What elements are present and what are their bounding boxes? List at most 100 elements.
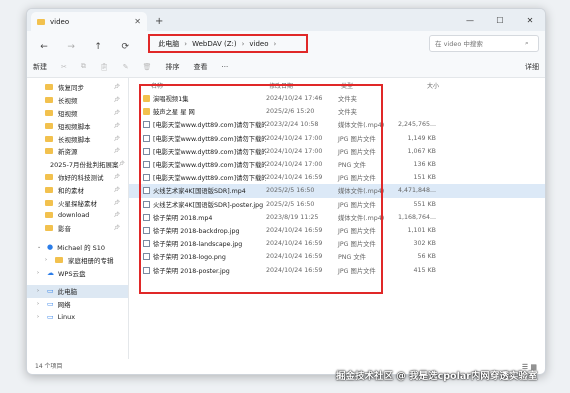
- file-row[interactable]: 徐子荣明 2018.mp4 2023/8/19 11:25 媒体文件(.mp4) 1,…: [129, 211, 545, 224]
- search-input[interactable]: [435, 39, 525, 48]
- file-name: 徐子荣明 2018-backdrop.jpg: [153, 227, 240, 235]
- file-type: 媒体文件(.mp4): [338, 122, 385, 130]
- breadcrumb-thispc[interactable]: 此电脑: [158, 39, 179, 49]
- sidebar-item[interactable]: 短视频脚本 📌︎: [27, 119, 128, 132]
- sidebar-item-linux[interactable]: › ▭ Linux: [27, 311, 128, 324]
- folder-icon: [143, 108, 150, 116]
- breadcrumb-webdav[interactable]: WebDAV (Z:): [192, 40, 237, 48]
- sidebar-item[interactable]: download 📌︎: [27, 209, 128, 222]
- search-icon: ⌕: [525, 39, 529, 47]
- sidebar-item-wps[interactable]: › ☁ WPS云盘: [27, 266, 128, 279]
- up-button[interactable]: ↑: [87, 42, 109, 52]
- file-row[interactable]: 鼓声之星 星 网 2025/2/6 15:20 文件夹: [129, 105, 545, 118]
- sidebar-item[interactable]: 你好的科技测试 📌︎: [27, 171, 128, 184]
- folder-icon: [143, 95, 150, 103]
- copy-icon[interactable]: ⧉: [81, 62, 86, 71]
- sidebar-item[interactable]: 和的素材 📌︎: [27, 183, 128, 196]
- chevron-right-icon[interactable]: ›: [37, 301, 45, 307]
- pin-icon: 📌︎: [113, 173, 120, 180]
- sidebar-item[interactable]: 影音 📌︎: [27, 222, 128, 235]
- file-date: 2024/10/24 17:00: [266, 134, 323, 142]
- sidebar-item[interactable]: 长视频脚本 📌︎: [27, 132, 128, 145]
- chevron-right-icon[interactable]: ›: [37, 288, 45, 294]
- title-bar: video ✕ + — ☐ ✕: [27, 9, 545, 31]
- sidebar-item[interactable]: 恢复同步 📌︎: [27, 81, 128, 94]
- sidebar-item[interactable]: 新资源 📌︎: [27, 145, 128, 158]
- sidebar-item[interactable]: 长视频 📌︎: [27, 94, 128, 107]
- file-name: 徐子荣明 2018-landscape.jpg: [153, 241, 243, 249]
- folder-icon: [55, 256, 63, 263]
- pin-icon: 📌︎: [113, 212, 120, 219]
- chevron-down-icon[interactable]: ⌄: [37, 244, 45, 250]
- minimize-button[interactable]: —: [455, 9, 485, 31]
- file-name: 徐子荣明 2018.mp4: [153, 214, 213, 222]
- file-type: JPG 图片文件: [338, 241, 376, 249]
- sidebar-item[interactable]: 2025-7月份批判拓展案 📌︎: [27, 158, 128, 171]
- column-type[interactable]: 类型: [341, 81, 397, 90]
- file-row[interactable]: 徐子荣明 2018-backdrop.jpg 2024/10/24 16:59 JP…: [129, 224, 545, 237]
- pin-icon: 📌︎: [113, 84, 120, 91]
- sidebar-item-network[interactable]: › ▭ 网络: [27, 298, 128, 311]
- file-row[interactable]: 徐子荣明 2018-landscape.jpg 2024/10/24 16:59 J…: [129, 237, 545, 250]
- file-type: 文件夹: [338, 96, 357, 104]
- paste-icon[interactable]: 📋︎: [100, 63, 109, 71]
- chevron-right-icon: ›: [184, 39, 188, 48]
- chevron-right-icon: ›: [273, 39, 277, 48]
- close-window-button[interactable]: ✕: [515, 9, 545, 31]
- chevron-right-icon[interactable]: ›: [37, 314, 45, 320]
- file-date: 2024/10/24 16:59: [266, 266, 323, 274]
- linux-icon: ▭: [47, 312, 54, 321]
- folder-icon: [45, 186, 53, 193]
- chevron-right-icon[interactable]: ›: [37, 270, 45, 276]
- file-row[interactable]: 火线艺术家4K[国语版SDR].mp4 2025/2/5 16:50 媒体文件(.m…: [129, 184, 545, 198]
- sidebar-item-thispc[interactable]: › ▭ 此电脑: [27, 284, 128, 298]
- column-date[interactable]: 修改日期: [269, 81, 341, 90]
- breadcrumb[interactable]: 此电脑 › WebDAV (Z:) › video ›: [148, 34, 309, 53]
- file-name: 鼓声之星 星 网: [153, 109, 195, 117]
- file-date: 2025/2/5 16:50: [266, 200, 315, 208]
- file-row[interactable]: [电影天堂www.dytt89.com]请勿下载的... 2024/10/24 1…: [129, 145, 545, 158]
- file-row[interactable]: 演唱视频1集 2024/10/24 17:46 文件夹: [129, 92, 545, 105]
- file-icon: [143, 174, 150, 182]
- folder-icon: [45, 148, 53, 155]
- tab-video[interactable]: video ✕: [31, 12, 147, 31]
- file-type: JPG 图片文件: [338, 201, 376, 209]
- search-box[interactable]: ⌕: [429, 35, 539, 52]
- breadcrumb-video[interactable]: video: [249, 40, 268, 48]
- view-button[interactable]: 查看: [194, 62, 208, 72]
- refresh-button[interactable]: ⟳: [114, 42, 136, 52]
- file-date: 2025/2/6 15:20: [266, 108, 315, 116]
- sidebar-item[interactable]: 短视频 📌︎: [27, 107, 128, 120]
- file-row[interactable]: 火线艺术家4K[国语版SDR]-poster.jpg 2025/2/5 16:50…: [129, 198, 545, 211]
- new-tab-button[interactable]: +: [155, 16, 163, 27]
- column-name[interactable]: 名称: [151, 81, 269, 90]
- more-button[interactable]: ···: [222, 63, 229, 71]
- folder-icon: [45, 225, 53, 232]
- rename-icon[interactable]: ✎: [123, 63, 129, 71]
- cut-icon[interactable]: ✂: [61, 63, 67, 71]
- file-row[interactable]: [电影天堂www.dytt89.com]请勿下载的... 2024/10/24 1…: [129, 158, 545, 171]
- new-button[interactable]: 新建: [33, 62, 47, 72]
- file-row[interactable]: 徐子荣明 2018-poster.jpg 2024/10/24 16:59 JPG …: [129, 263, 545, 276]
- chevron-right-icon[interactable]: ›: [45, 257, 53, 263]
- delete-icon[interactable]: 🗑︎: [143, 63, 152, 71]
- column-size[interactable]: 大小: [397, 81, 439, 90]
- maximize-button[interactable]: ☐: [485, 9, 515, 31]
- column-header: 名称 修改日期 类型 大小: [129, 78, 545, 92]
- close-tab-icon[interactable]: ✕: [134, 17, 141, 26]
- file-row[interactable]: [电影天堂www.dytt89.com]请勿下载的... 2023/2/24 10…: [129, 118, 545, 131]
- file-explorer-window: video ✕ + — ☐ ✕ ← → ↑ ⟳ 此电脑 › WebDAV (Z:…: [26, 8, 546, 375]
- folder-icon: [45, 84, 53, 91]
- file-size: 415 KB: [413, 266, 436, 274]
- sidebar-item[interactable]: 火星探秘素材 📌︎: [27, 196, 128, 209]
- sort-button[interactable]: 排序: [166, 62, 180, 72]
- file-row[interactable]: [电影天堂www.dytt89.com]请勿下载的... 2024/10/24 1…: [129, 132, 545, 145]
- file-row[interactable]: [电影天堂www.dytt89.com]请勿下载的... 2024/10/24 1…: [129, 171, 545, 184]
- sidebar-item-user[interactable]: ⌄ ● Michael 的 S10: [27, 241, 128, 254]
- computer-icon: ▭: [47, 287, 54, 296]
- details-pane-button[interactable]: 详细: [525, 62, 539, 72]
- sidebar-item-album[interactable]: › 家庭相册的专辑: [27, 253, 128, 266]
- file-row[interactable]: 徐子荣明 2018-logo.png 2024/10/24 16:59 PNG 文件…: [129, 250, 545, 263]
- forward-button[interactable]: →: [60, 42, 82, 52]
- back-button[interactable]: ←: [33, 42, 55, 52]
